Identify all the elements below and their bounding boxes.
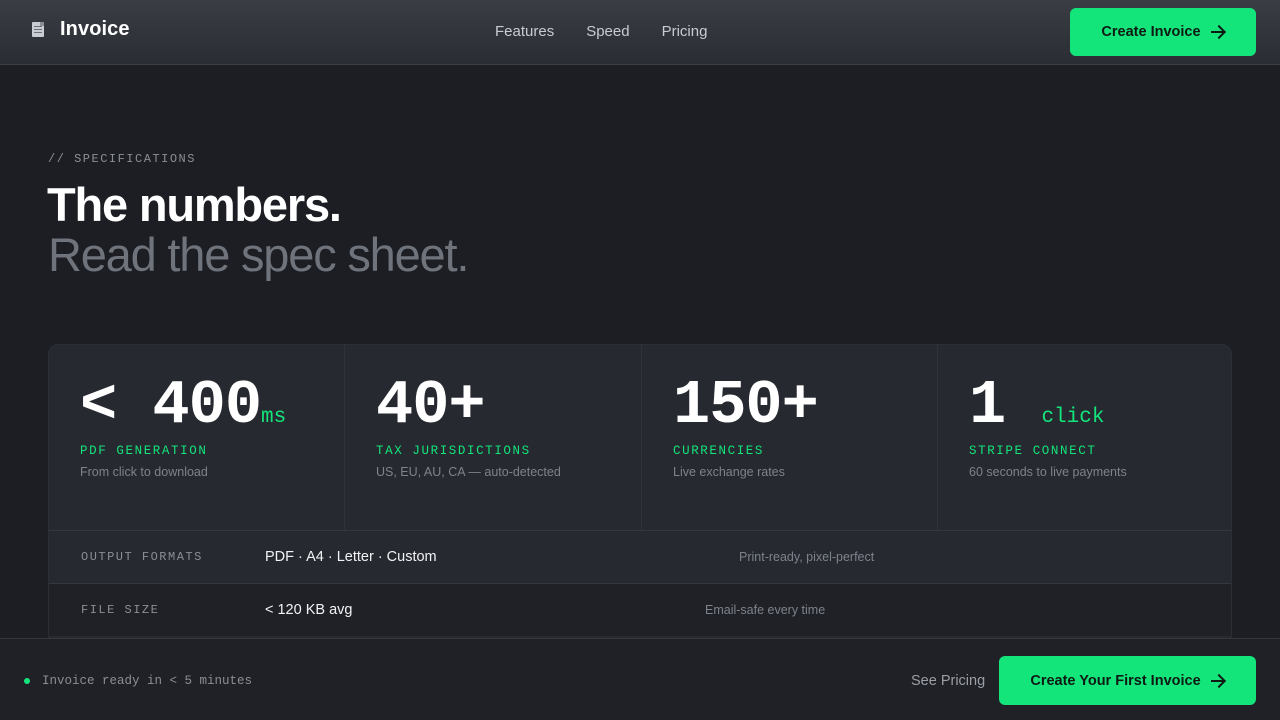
see-pricing-link[interactable]: See Pricing (911, 673, 985, 689)
arrow-right-icon (1210, 26, 1225, 38)
spec-key: OUTPUT FORMATS (81, 550, 203, 564)
brand-name: Invoice (60, 18, 130, 40)
invoice-document-icon (30, 21, 46, 39)
specs-card: < 400ms PDF GENERATION From click to dow… (48, 344, 1232, 644)
nav-link-features[interactable]: Features (495, 23, 554, 40)
spec-value: < 120 KB avg (265, 602, 353, 618)
create-first-invoice-label: Create Your First Invoice (1030, 672, 1201, 689)
create-first-invoice-button[interactable]: Create Your First Invoice (999, 656, 1256, 705)
status-dot-icon (24, 678, 30, 684)
main-nav: Features Speed Pricing (495, 23, 707, 40)
stat-stripe-connect: 1 click STRIPE CONNECT 60 seconds to liv… (938, 345, 1231, 530)
stat-unit: click (1041, 406, 1105, 429)
arrow-right-icon (1210, 675, 1225, 687)
stat-label: PDF GENERATION (80, 444, 208, 458)
create-invoice-button[interactable]: Create Invoice (1070, 8, 1256, 56)
nav-link-pricing[interactable]: Pricing (662, 23, 708, 40)
status-text: Invoice ready in < 5 minutes (42, 674, 253, 688)
spec-value: PDF · A4 · Letter · Custom (265, 549, 437, 565)
stat-currencies: 150+ CURRENCIES Live exchange rates (642, 345, 938, 530)
spec-row-output-formats: OUTPUT FORMATS PDF · A4 · Letter · Custo… (49, 530, 1231, 583)
spec-key: FILE SIZE (81, 603, 160, 617)
create-invoice-label: Create Invoice (1101, 24, 1201, 40)
stat-label: TAX JURISDICTIONS (376, 444, 531, 458)
spec-row-file-size: FILE SIZE < 120 KB avg Email-safe every … (49, 583, 1231, 636)
stat-label: STRIPE CONNECT (969, 444, 1097, 458)
stat-label: CURRENCIES (673, 444, 765, 458)
stat-description: US, EU, AU, CA — auto-detected (376, 465, 561, 479)
section-eyebrow: // SPECIFICATIONS (48, 152, 196, 166)
brand-logo-link[interactable]: Invoice (30, 18, 130, 41)
stat-pdf-generation: < 400ms PDF GENERATION From click to dow… (49, 345, 345, 530)
nav-link-speed[interactable]: Speed (586, 23, 629, 40)
stat-description: From click to download (80, 465, 208, 479)
stat-value: < 400ms (80, 370, 287, 441)
status-indicator: Invoice ready in < 5 minutes (24, 674, 252, 688)
stat-description: 60 seconds to live payments (969, 465, 1127, 479)
spec-note: Email-safe every time (705, 603, 826, 617)
stat-value: 40+ (376, 370, 486, 441)
stat-value: 150+ (673, 370, 819, 441)
spec-note: Print-ready, pixel-perfect (739, 550, 875, 564)
stat-tax-jurisdictions: 40+ TAX JURISDICTIONS US, EU, AU, CA — a… (345, 345, 642, 530)
sticky-cta-bar: Invoice ready in < 5 minutes See Pricing… (0, 638, 1280, 720)
section-subtitle: Read the spec sheet. (48, 228, 469, 281)
stat-value: 1 click (969, 370, 1105, 441)
stat-unit: ms (261, 406, 287, 429)
stat-description: Live exchange rates (673, 465, 785, 479)
section-title: The numbers. (47, 178, 342, 231)
top-navbar: Invoice Features Speed Pricing Create In… (0, 0, 1280, 65)
